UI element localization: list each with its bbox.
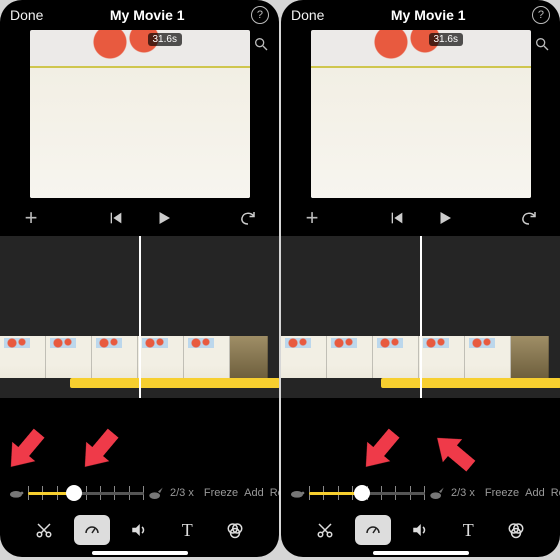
annotation-arrow bbox=[354, 424, 405, 477]
skip-back-icon[interactable] bbox=[384, 205, 410, 231]
add-button[interactable]: Add bbox=[244, 487, 264, 499]
duration-badge: 31.6s bbox=[148, 33, 182, 46]
timeline[interactable] bbox=[281, 236, 560, 398]
add-media-icon[interactable]: + bbox=[18, 205, 44, 231]
freeze-button[interactable]: Freeze bbox=[204, 487, 238, 499]
project-title: My Movie 1 bbox=[110, 7, 185, 23]
phone-left: Done My Movie 1 ? 31.6s + bbox=[0, 0, 279, 557]
turtle-icon bbox=[289, 485, 305, 501]
help-icon[interactable]: ? bbox=[532, 6, 550, 24]
rabbit-icon bbox=[148, 485, 164, 501]
speed-overlay-bar bbox=[381, 378, 560, 388]
speed-label: 2/3 x bbox=[170, 487, 194, 499]
project-title: My Movie 1 bbox=[391, 7, 466, 23]
speed-knob[interactable] bbox=[354, 485, 370, 501]
undo-icon[interactable] bbox=[516, 205, 542, 231]
add-button[interactable]: Add bbox=[525, 487, 545, 499]
topbar: Done My Movie 1 ? bbox=[281, 0, 560, 28]
speed-label: 2/3 x bbox=[451, 487, 475, 499]
speed-slider[interactable] bbox=[28, 483, 144, 503]
topbar: Done My Movie 1 ? bbox=[0, 0, 279, 28]
speed-row: 2/3 x Freeze Add Reset bbox=[0, 479, 279, 507]
reset-button[interactable]: Reset bbox=[551, 487, 560, 499]
zoom-icon[interactable] bbox=[253, 36, 269, 57]
phone-right: Done My Movie 1 ? 31.6s + bbox=[281, 0, 560, 557]
duration-badge: 31.6s bbox=[429, 33, 463, 46]
titles-tool-icon[interactable]: T bbox=[169, 515, 205, 545]
annotation-arrow bbox=[0, 424, 51, 477]
play-icon[interactable] bbox=[432, 205, 458, 231]
speed-tool-icon[interactable] bbox=[355, 515, 391, 545]
playhead[interactable] bbox=[420, 236, 422, 398]
undo-icon[interactable] bbox=[235, 205, 261, 231]
playhead[interactable] bbox=[139, 236, 141, 398]
speed-tool-icon[interactable] bbox=[74, 515, 110, 545]
speed-overlay-bar bbox=[70, 378, 279, 388]
help-icon[interactable]: ? bbox=[251, 6, 269, 24]
video-preview[interactable]: 31.6s bbox=[311, 30, 531, 198]
add-media-icon[interactable]: + bbox=[299, 205, 325, 231]
rabbit-icon bbox=[429, 485, 445, 501]
volume-tool-icon[interactable] bbox=[402, 515, 438, 545]
tool-toolbar: T bbox=[281, 511, 560, 549]
annotation-arrow bbox=[73, 424, 124, 477]
filters-tool-icon[interactable] bbox=[498, 515, 534, 545]
video-preview[interactable]: 31.6s bbox=[30, 30, 250, 198]
annotation-arrow bbox=[428, 426, 481, 477]
filters-tool-icon[interactable] bbox=[217, 515, 253, 545]
cut-tool-icon[interactable] bbox=[307, 515, 343, 545]
titles-tool-icon[interactable]: T bbox=[450, 515, 486, 545]
home-indicator[interactable] bbox=[373, 551, 469, 555]
done-button[interactable]: Done bbox=[10, 7, 43, 23]
tool-toolbar: T bbox=[0, 511, 279, 549]
speed-row: 2/3 x Freeze Add Reset bbox=[281, 479, 560, 507]
home-indicator[interactable] bbox=[92, 551, 188, 555]
turtle-icon bbox=[8, 485, 24, 501]
zoom-icon[interactable] bbox=[534, 36, 550, 57]
volume-tool-icon[interactable] bbox=[121, 515, 157, 545]
play-icon[interactable] bbox=[151, 205, 177, 231]
timeline[interactable] bbox=[0, 236, 279, 398]
skip-back-icon[interactable] bbox=[103, 205, 129, 231]
speed-knob[interactable] bbox=[66, 485, 82, 501]
reset-button[interactable]: Reset bbox=[270, 487, 279, 499]
freeze-button[interactable]: Freeze bbox=[485, 487, 519, 499]
cut-tool-icon[interactable] bbox=[26, 515, 62, 545]
done-button[interactable]: Done bbox=[291, 7, 324, 23]
speed-slider[interactable] bbox=[309, 483, 425, 503]
